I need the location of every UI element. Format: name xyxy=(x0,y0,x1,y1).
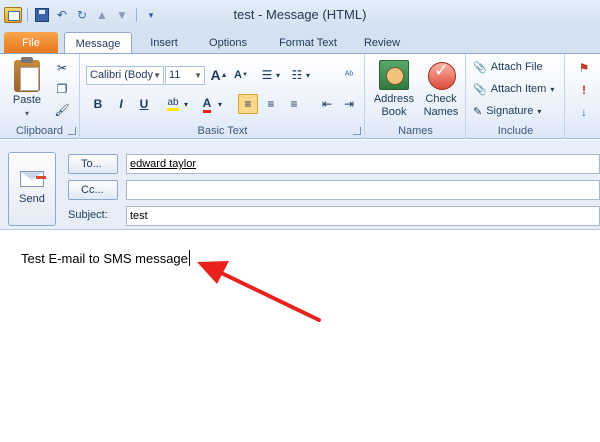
clear-formatting-icon[interactable]: ᴬᵇ xyxy=(339,65,359,85)
address-book-button[interactable]: Address Book xyxy=(370,60,418,119)
clipboard-launcher-icon[interactable] xyxy=(68,127,76,135)
paste-icon xyxy=(14,57,40,92)
basic-text-group-label: Basic Text xyxy=(197,125,248,137)
high-importance-icon[interactable]: ! xyxy=(574,80,594,100)
signature-label: Signature xyxy=(486,105,534,117)
underline-button[interactable]: U xyxy=(134,94,154,114)
font-name-combo[interactable]: Calibri (Body ▼ xyxy=(86,66,164,85)
message-body-text: Test E-mail to SMS message xyxy=(21,251,188,266)
check-names-button[interactable]: Check Names xyxy=(420,60,462,119)
paperclip-icon: 📎 xyxy=(473,61,487,74)
tab-options[interactable]: Options xyxy=(200,32,256,54)
subject-field[interactable]: test xyxy=(126,206,600,226)
compose-area: Send To... edward taylor Cc... Subject: … xyxy=(0,140,600,442)
highlight-dropdown-icon[interactable]: ▾ xyxy=(181,94,191,114)
attach-file-button[interactable]: 📎 Attach File xyxy=(473,58,543,76)
to-button[interactable]: To... xyxy=(68,154,118,174)
clipboard-group: Paste ▾ ✂ ❐ 🖌 Clipboard xyxy=(0,54,80,139)
address-book-label: Address Book xyxy=(373,93,415,118)
signature-dropdown-icon: ▾ xyxy=(537,106,542,116)
to-field[interactable]: edward taylor xyxy=(126,154,600,174)
copy-icon[interactable]: ❐ xyxy=(52,79,72,99)
tab-file[interactable]: File xyxy=(4,32,58,54)
attach-item-dropdown-icon: ▾ xyxy=(550,84,555,94)
message-header: Send To... edward taylor Cc... Subject: … xyxy=(0,140,600,230)
tab-review[interactable]: Review xyxy=(356,32,408,54)
attach-item-button[interactable]: 📎 Attach Item ▾ xyxy=(473,80,554,98)
names-group: Address Book Check Names Names xyxy=(366,54,466,139)
text-cursor xyxy=(188,250,190,266)
grow-font-icon[interactable]: A ▲ xyxy=(209,65,229,85)
check-names-icon xyxy=(426,60,456,90)
attach-file-label: Attach File xyxy=(490,61,543,73)
align-right-icon[interactable]: ≡ xyxy=(284,94,304,114)
annotation-arrow xyxy=(197,261,321,322)
paste-button[interactable]: Paste ▾ xyxy=(6,57,48,120)
cut-icon[interactable]: ✂ xyxy=(52,58,72,78)
tags-group: ⚑ ! ↓ xyxy=(566,54,600,139)
font-size-value: 11 xyxy=(169,69,181,81)
follow-up-flag-icon[interactable]: ⚑ xyxy=(574,58,594,78)
cc-button[interactable]: Cc... xyxy=(68,180,118,200)
attach-item-label: Attach Item xyxy=(490,83,547,95)
tab-format-text[interactable]: Format Text xyxy=(270,32,346,54)
tab-message[interactable]: Message xyxy=(64,32,132,54)
include-group: 📎 Attach File 📎 Attach Item ▾ ✎ Signatur… xyxy=(467,54,565,139)
tab-insert[interactable]: Insert xyxy=(140,32,188,54)
highlight-label: ab xyxy=(167,97,179,111)
ribbon-tabs: File Message Insert Options Format Text … xyxy=(0,30,600,54)
send-button[interactable]: Send xyxy=(8,152,56,226)
align-left-icon[interactable]: ≡ xyxy=(238,94,258,114)
attach-item-icon: 📎 xyxy=(473,83,487,96)
numbering-dropdown-icon[interactable]: ▾ xyxy=(303,65,313,85)
font-name-value: Calibri (Body xyxy=(90,69,153,81)
font-color-label: A xyxy=(202,96,212,113)
shrink-font-icon[interactable]: A ▼ xyxy=(231,65,251,85)
to-recipient: edward taylor xyxy=(130,158,197,170)
basic-text-group: Calibri (Body ▼ 11 ▼ A ▲ A ▼ ☰ ▾ ☷ ▾ ᴬᵇ B I … xyxy=(81,54,365,139)
subject-label: Subject: xyxy=(68,209,108,221)
include-group-label: Include xyxy=(497,125,534,137)
font-size-combo[interactable]: 11 ▼ xyxy=(165,66,205,85)
cc-field[interactable] xyxy=(126,180,600,200)
title-bar: ↶ ↻ ▲ ▼ ▾ test - Message (HTML) xyxy=(0,0,600,30)
send-label: Send xyxy=(19,193,45,205)
font-color-button[interactable]: A xyxy=(197,94,217,114)
align-center-icon[interactable]: ≡ xyxy=(261,94,281,114)
format-painter-icon[interactable]: 🖌 xyxy=(52,100,72,120)
bullets-dropdown-icon[interactable]: ▾ xyxy=(273,65,283,85)
font-color-dropdown-icon[interactable]: ▾ xyxy=(215,94,225,114)
bold-button[interactable]: B xyxy=(88,94,108,114)
basic-text-launcher-icon[interactable] xyxy=(353,127,361,135)
window-title: test - Message (HTML) xyxy=(233,7,367,22)
check-names-label: Check Names xyxy=(423,93,459,118)
increase-indent-icon[interactable]: ⇥ xyxy=(339,94,359,114)
highlight-button[interactable]: ab xyxy=(163,94,183,114)
signature-icon: ✎ xyxy=(473,105,483,118)
address-book-icon xyxy=(379,60,409,90)
signature-button[interactable]: ✎ Signature ▾ xyxy=(473,102,541,120)
names-group-label: Names xyxy=(398,125,433,137)
low-importance-icon[interactable]: ↓ xyxy=(574,102,594,122)
italic-button[interactable]: I xyxy=(111,94,131,114)
paste-label: Paste xyxy=(12,94,42,106)
message-body[interactable]: Test E-mail to SMS message xyxy=(21,250,190,266)
ribbon: Paste ▾ ✂ ❐ 🖌 Clipboard Calibri (Body ▼ 1… xyxy=(0,53,600,139)
decrease-indent-icon[interactable]: ⇤ xyxy=(317,94,337,114)
send-icon xyxy=(20,171,46,187)
